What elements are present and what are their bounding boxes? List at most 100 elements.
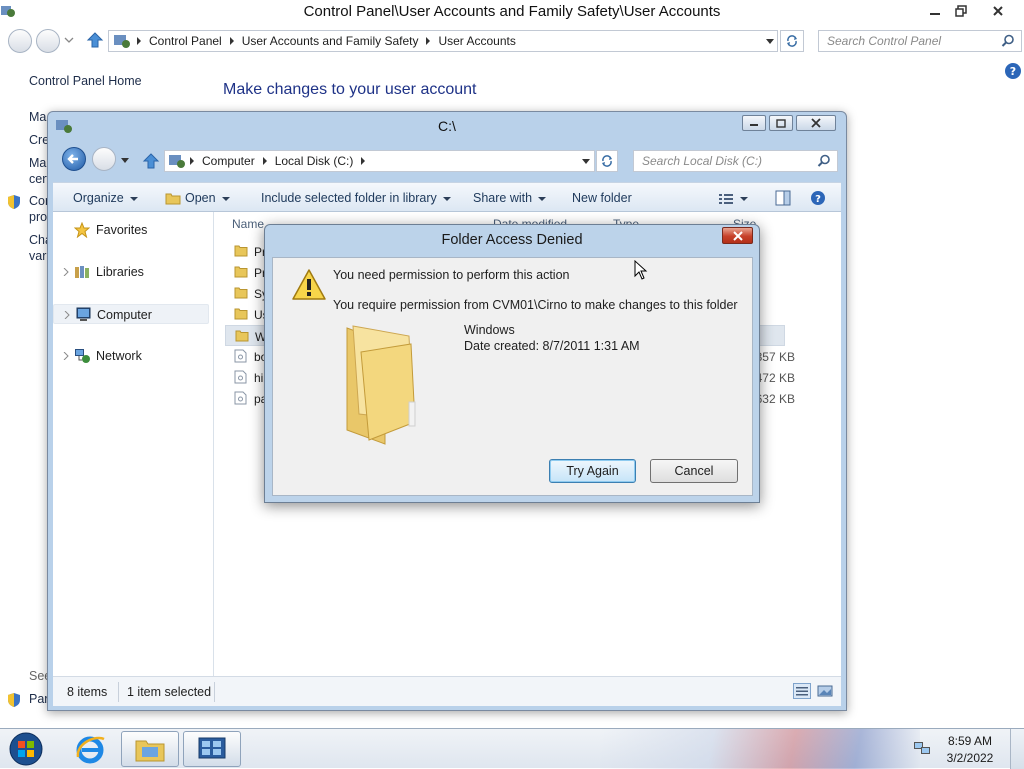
search-icon[interactable] xyxy=(1001,34,1015,48)
explorer-minimize-button[interactable] xyxy=(742,115,766,131)
explorer-command-bar: Organize Open Include selected folder in… xyxy=(53,182,841,212)
taskbar-wallpaper-strip xyxy=(600,729,920,769)
dialog-body: You need permission to perform this acti… xyxy=(272,257,753,496)
clock-time[interactable]: 8:59 AM xyxy=(940,734,1000,748)
explorer-back-button[interactable] xyxy=(62,147,86,171)
organize-button[interactable]: Organize xyxy=(73,183,138,213)
explorer-forward-button[interactable] xyxy=(92,147,116,171)
clock-date[interactable]: 3/2/2022 xyxy=(940,751,1000,765)
share-label: Share with xyxy=(473,191,533,205)
expand-arrow-icon[interactable] xyxy=(63,268,69,276)
cp-address-dropdown-icon[interactable] xyxy=(765,38,775,46)
cp-sidebar-link-partial[interactable]: Ma xyxy=(29,110,46,124)
nav-libraries-label: Libraries xyxy=(96,265,144,279)
cp-back-button[interactable] xyxy=(8,29,32,53)
breadcrumb-arrow-icon xyxy=(190,157,194,165)
breadcrumb-user-accounts[interactable]: User Accounts xyxy=(438,34,515,48)
breadcrumb-arrow-icon xyxy=(262,157,267,165)
new-folder-button[interactable]: New folder xyxy=(572,183,632,213)
large-folder-icon xyxy=(339,322,429,452)
svg-text:?: ? xyxy=(1010,65,1016,78)
preview-pane-icon[interactable] xyxy=(775,190,791,206)
breadcrumb-arrow-icon xyxy=(137,37,141,45)
breadcrumb-computer[interactable]: Computer xyxy=(202,154,255,168)
explorer-address-bar[interactable]: Computer Local Disk (C:) xyxy=(164,150,595,172)
system-file-icon xyxy=(234,370,247,384)
folder-name: Windows xyxy=(464,323,515,337)
explorer-refresh-button[interactable] xyxy=(596,150,618,172)
show-desktop-button[interactable] xyxy=(1010,729,1024,769)
expand-arrow-icon[interactable] xyxy=(63,352,69,360)
folder-icon xyxy=(235,329,249,342)
breadcrumb-arrow-icon xyxy=(426,37,431,45)
taskbar-windows-explorer[interactable] xyxy=(121,731,179,767)
folder-icon xyxy=(234,244,248,257)
cp-sidebar-link-partial[interactable]: Par xyxy=(29,692,48,706)
cp-sidebar-link-partial[interactable]: pro xyxy=(29,210,47,224)
explorer-close-button[interactable] xyxy=(796,115,836,131)
expand-arrow-icon[interactable] xyxy=(64,311,70,319)
explorer-address-dropdown-icon[interactable] xyxy=(581,158,591,166)
open-label: Open xyxy=(185,191,216,205)
cp-sidebar-link-partial[interactable]: Ma xyxy=(29,156,46,170)
include-in-library-button[interactable]: Include selected folder in library xyxy=(261,183,451,213)
explorer-search-input[interactable]: Search Local Disk (C:) xyxy=(633,150,838,172)
column-header-name[interactable]: Name xyxy=(232,217,264,231)
file-name: hi xyxy=(254,371,264,385)
large-icons-view-icon[interactable] xyxy=(817,683,833,699)
nav-favorites[interactable]: Favorites xyxy=(53,220,213,240)
nav-computer[interactable]: Computer xyxy=(53,304,209,324)
control-panel-icon xyxy=(113,33,131,49)
internet-explorer-icon xyxy=(74,733,106,765)
explorer-up-icon[interactable] xyxy=(142,152,160,170)
nav-network[interactable]: Network xyxy=(53,346,213,366)
control-panel-home-link[interactable]: Control Panel Home xyxy=(29,74,142,88)
system-file-icon xyxy=(234,391,247,405)
network-tray-icon[interactable] xyxy=(913,740,931,756)
nav-network-label: Network xyxy=(96,349,142,363)
navigation-pane: Favorites Libraries Computer Network xyxy=(53,212,214,676)
help-icon[interactable]: ? xyxy=(1004,62,1022,80)
breadcrumb-control-panel[interactable]: Control Panel xyxy=(149,34,222,48)
folder-date-created: Date created: 8/7/2011 1:31 AM xyxy=(464,339,640,353)
cp-search-placeholder: Search Control Panel xyxy=(827,34,942,48)
nav-computer-label: Computer xyxy=(97,308,152,322)
breadcrumb-user-accounts-family[interactable]: User Accounts and Family Safety xyxy=(242,34,419,48)
selected-count: 1 item selected xyxy=(127,685,212,699)
cp-search-input[interactable]: Search Control Panel xyxy=(818,30,1022,52)
share-with-button[interactable]: Share with xyxy=(473,183,547,213)
cp-restore-button[interactable] xyxy=(948,2,974,20)
cp-up-icon[interactable] xyxy=(86,31,104,49)
dialog-close-button[interactable] xyxy=(722,227,753,244)
taskbar-internet-explorer[interactable] xyxy=(61,731,119,767)
cp-address-bar[interactable]: Control Panel User Accounts and Family S… xyxy=(108,30,778,52)
windows-explorer-icon xyxy=(134,735,166,763)
explorer-maximize-button[interactable] xyxy=(769,115,793,131)
status-divider xyxy=(118,682,119,702)
cp-minimize-button[interactable] xyxy=(922,2,948,20)
start-button[interactable] xyxy=(0,731,52,767)
cancel-button[interactable]: Cancel xyxy=(650,459,738,483)
help-icon[interactable]: ? xyxy=(810,190,826,206)
cp-close-button[interactable] xyxy=(985,2,1011,20)
folder-access-denied-dialog: Folder Access Denied You need permission… xyxy=(264,224,760,503)
folder-open-icon xyxy=(165,192,181,205)
taskbar: 8:59 AM 3/2/2022 xyxy=(0,728,1024,769)
open-button[interactable]: Open xyxy=(165,183,230,213)
warning-icon xyxy=(291,268,327,302)
taskbar-control-panel[interactable] xyxy=(183,731,241,767)
try-again-button[interactable]: Try Again xyxy=(549,459,636,483)
explorer-nav-bar: Computer Local Disk (C:) Search Local Di… xyxy=(48,140,846,180)
explorer-recent-dropdown-icon[interactable] xyxy=(120,157,130,165)
chevron-down-icon xyxy=(221,196,230,201)
cp-refresh-button[interactable] xyxy=(780,30,804,52)
control-panel-title: Control Panel\User Accounts and Family S… xyxy=(303,3,721,20)
computer-icon xyxy=(75,307,92,323)
nav-libraries[interactable]: Libraries xyxy=(53,262,213,282)
breadcrumb-local-disk[interactable]: Local Disk (C:) xyxy=(275,154,354,168)
details-view-icon[interactable] xyxy=(793,683,811,699)
cp-recent-dropdown-icon[interactable] xyxy=(64,36,74,44)
cp-forward-button[interactable] xyxy=(36,29,60,53)
search-icon[interactable] xyxy=(817,154,831,168)
change-view-button[interactable] xyxy=(718,183,748,213)
